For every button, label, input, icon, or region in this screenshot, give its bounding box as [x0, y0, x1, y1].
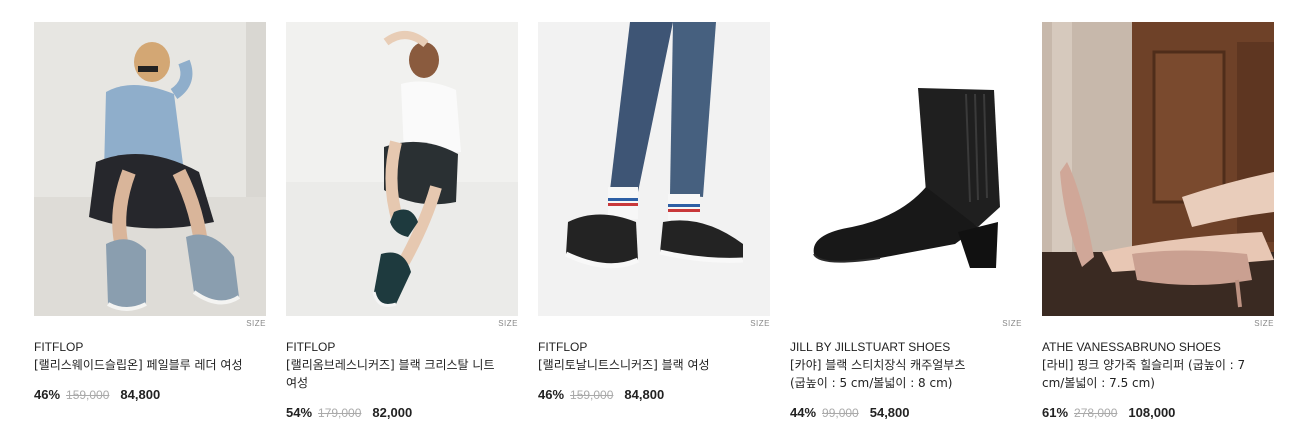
discount-rate: 46%	[538, 387, 565, 402]
product-name[interactable]: [라비] 핑크 양가죽 힐슬리퍼 (굽높이 : 7 cm/볼넓이 : 7.5 c…	[1042, 356, 1252, 392]
product-name[interactable]: [랠리토날니트스니커즈] 블랙 여성	[538, 356, 748, 374]
product-photo-woman-sneakers	[286, 22, 518, 316]
product-card[interactable]: SIZE JILL BY JILLSTUART SHOES [카야] 블랙 스티…	[790, 22, 1022, 422]
sale-price: 84,800	[120, 387, 161, 402]
product-brand[interactable]: FITFLOP	[286, 339, 518, 355]
price-row: 46% 159,000 84,800	[34, 386, 266, 404]
product-image[interactable]	[1042, 22, 1274, 316]
product-brand[interactable]: JILL BY JILLSTUART SHOES	[790, 339, 1022, 355]
price-row: 44% 99,000 54,800	[790, 404, 1022, 422]
discount-rate: 46%	[34, 387, 61, 402]
product-photo-legs-knit-sneakers	[538, 22, 770, 316]
product-image[interactable]	[790, 22, 1022, 316]
size-tag: SIZE	[498, 319, 518, 328]
original-price: 278,000	[1074, 406, 1118, 420]
original-price: 159,000	[66, 388, 110, 402]
product-card[interactable]: SIZE FITFLOP [랠리옴브레스니커즈] 블랙 크리스탈 니트 여성 5…	[286, 22, 518, 422]
product-card[interactable]: SIZE FITFLOP [랠리스웨이드슬립온] 페일블루 레더 여성 46% …	[34, 22, 266, 422]
product-grid: SIZE FITFLOP [랠리스웨이드슬립온] 페일블루 레더 여성 46% …	[34, 22, 1274, 422]
product-brand[interactable]: FITFLOP	[538, 339, 770, 355]
product-brand[interactable]: FITFLOP	[34, 339, 266, 355]
size-tag: SIZE	[750, 319, 770, 328]
product-photo-woman-sitting-slip-on	[34, 22, 266, 316]
sale-price: 108,000	[1128, 405, 1176, 420]
product-card[interactable]: SIZE FITFLOP [랠리토날니트스니커즈] 블랙 여성 46% 159,…	[538, 22, 770, 422]
product-brand[interactable]: ATHE VANESSABRUNO SHOES	[1042, 339, 1274, 355]
price-row: 61% 278,000 108,000	[1042, 404, 1274, 422]
discount-rate: 61%	[1042, 405, 1069, 420]
product-photo-black-ankle-boot	[790, 22, 1022, 316]
original-price: 179,000	[318, 406, 362, 420]
product-image[interactable]	[286, 22, 518, 316]
size-tag: SIZE	[1254, 319, 1274, 328]
original-price: 159,000	[570, 388, 614, 402]
price-row: 54% 179,000 82,000	[286, 404, 518, 422]
original-price: 99,000	[822, 406, 859, 420]
product-card[interactable]: SIZE ATHE VANESSABRUNO SHOES [라비] 핑크 양가죽…	[1042, 22, 1274, 422]
sale-price: 84,800	[624, 387, 665, 402]
product-image[interactable]	[34, 22, 266, 316]
product-name[interactable]: [카야] 블랙 스티치장식 캐주얼부츠 (굽높이 : 5 cm/볼넓이 : 8 …	[790, 356, 1000, 392]
sale-price: 82,000	[372, 405, 413, 420]
discount-rate: 54%	[286, 405, 313, 420]
price-row: 46% 159,000 84,800	[538, 386, 770, 404]
size-tag: SIZE	[1002, 319, 1022, 328]
product-name[interactable]: [랠리스웨이드슬립온] 페일블루 레더 여성	[34, 356, 244, 374]
product-image[interactable]	[538, 22, 770, 316]
sale-price: 54,800	[869, 405, 910, 420]
product-name[interactable]: [랠리옴브레스니커즈] 블랙 크리스탈 니트 여성	[286, 356, 496, 392]
product-photo-pink-heel-mules	[1042, 22, 1274, 316]
discount-rate: 44%	[790, 405, 817, 420]
size-tag: SIZE	[246, 319, 266, 328]
